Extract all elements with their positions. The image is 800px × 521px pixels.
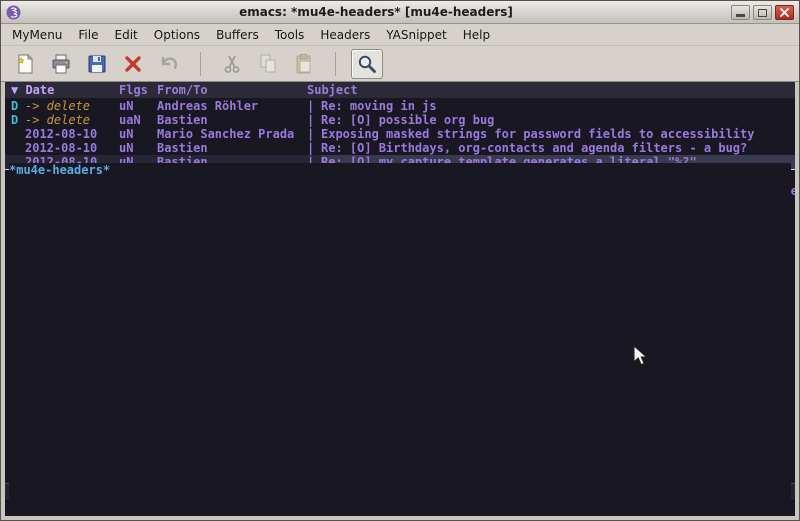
minimize-button[interactable] (731, 5, 750, 20)
menubar: MyMenu File Edit Options Buffers Tools H… (1, 24, 799, 46)
new-file-button[interactable] (9, 49, 41, 79)
message-row[interactable]: D-> delete uN Andreas Röhler|Re: moving in… (5, 99, 795, 113)
message-row[interactable]: D-> delete uaN Bastien|Re: [O] possible or… (5, 113, 795, 127)
message-mark: D (11, 113, 25, 127)
toolbar (1, 46, 799, 82)
toolbar-separator (335, 52, 336, 76)
new-file-icon (13, 52, 37, 76)
message-row[interactable]: 2012-08-10 uN Mario Sanchez Prada|Exposing… (5, 127, 795, 141)
message-mark (11, 141, 25, 155)
message-subject: Re: [O] possible org bug (321, 113, 795, 127)
toolbar-separator (200, 52, 201, 76)
emacs-window: emacs: *mu4e-headers* [mu4e-headers] MyM… (0, 0, 800, 521)
message-subject: Re: [O] Birthdays, org-contacts and agen… (321, 141, 795, 155)
message-mark (11, 127, 25, 141)
search-icon (355, 52, 379, 76)
message-subject: Re: moving in js (321, 99, 795, 113)
message-mark: D (11, 99, 25, 113)
message-flags: uaN (119, 113, 153, 127)
mode-line: *mu4e-headers* ( 5, 0) [All/2.0k] [mu4e-… (5, 483, 795, 501)
column-header-flags[interactable]: Flgs (119, 82, 153, 98)
close-button[interactable] (775, 5, 794, 20)
close-buffer-button[interactable] (117, 49, 149, 79)
menu-options[interactable]: Options (146, 25, 208, 45)
column-header-date[interactable]: ▼ Date (11, 82, 115, 98)
window-title: emacs: *mu4e-headers* [mu4e-headers] (21, 5, 731, 19)
menu-tools[interactable]: Tools (267, 25, 313, 45)
print-icon (49, 52, 73, 76)
minimize-icon (736, 14, 745, 17)
thread-connector: | (307, 127, 321, 141)
maximize-icon (758, 9, 767, 17)
message-from: Andreas Röhler (157, 99, 307, 113)
message-flags: uN (119, 99, 153, 113)
save-button[interactable] (81, 49, 113, 79)
column-header-subject[interactable]: Subject (307, 82, 795, 98)
paste-icon (292, 52, 316, 76)
close-icon (779, 7, 790, 18)
close-buffer-icon (121, 52, 145, 76)
maximize-button[interactable] (753, 5, 772, 20)
titlebar[interactable]: emacs: *mu4e-headers* [mu4e-headers] (1, 1, 799, 24)
message-subject: Exposing masked strings for password fie… (321, 127, 795, 141)
thread-connector: | (307, 113, 321, 127)
message-action: -> delete (25, 99, 115, 113)
undo-icon (157, 52, 181, 76)
message-row[interactable]: 2012-08-10 uN Bastien|Re: [O] Birthdays, o… (5, 141, 795, 155)
copy-button[interactable] (252, 49, 284, 79)
thread-connector: | (307, 99, 321, 113)
message-from: Bastien (157, 113, 307, 127)
modeline-segment: *mu4e-headers* (9, 483, 791, 501)
column-header-from[interactable]: From/To (157, 82, 307, 98)
cut-icon (220, 52, 244, 76)
buffer-area: ▼ Date Flgs From/To Subject D-> delete uN… (5, 82, 795, 516)
copy-icon (256, 52, 280, 76)
menu-edit[interactable]: Edit (107, 25, 146, 45)
message-from: Mario Sanchez Prada (157, 127, 307, 141)
emacs-app-icon (6, 5, 21, 20)
cut-button[interactable] (216, 49, 248, 79)
undo-button[interactable] (153, 49, 185, 79)
header-line: ▼ Date Flgs From/To Subject (5, 82, 795, 98)
message-action: -> delete (25, 113, 115, 127)
print-button[interactable] (45, 49, 77, 79)
search-button[interactable] (351, 49, 383, 79)
paste-button[interactable] (288, 49, 320, 79)
thread-connector: | (307, 141, 321, 155)
message-date: 2012-08-10 (25, 141, 115, 155)
message-date: 2012-08-10 (25, 127, 115, 141)
menu-buffers[interactable]: Buffers (208, 25, 267, 45)
menu-mymenu[interactable]: MyMenu (4, 25, 70, 45)
menu-headers[interactable]: Headers (312, 25, 378, 45)
menu-file[interactable]: File (70, 25, 106, 45)
menu-help[interactable]: Help (455, 25, 498, 45)
save-icon (85, 52, 109, 76)
message-from: Bastien (157, 141, 307, 155)
message-flags: uN (119, 141, 153, 155)
message-flags: uN (119, 127, 153, 141)
menu-yasnippet[interactable]: YASnippet (378, 25, 455, 45)
